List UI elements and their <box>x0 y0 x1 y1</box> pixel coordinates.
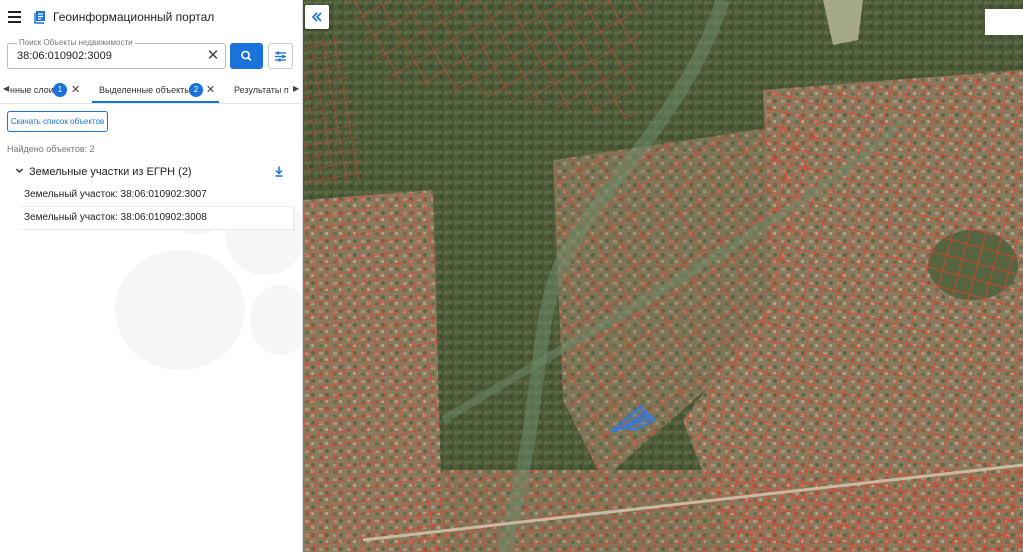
tab-scroll-left-icon[interactable]: ◀ <box>3 84 9 93</box>
filter-button[interactable] <box>268 43 293 69</box>
tabs-bar: ◀ нные слои 1 ✕ Выделенные объекты 2 ✕ Р… <box>0 78 302 102</box>
tab-scroll-right-icon[interactable]: ▶ <box>293 84 299 93</box>
satellite-map[interactable] <box>303 0 1023 552</box>
tab-badge: 2 <box>189 83 203 97</box>
close-icon[interactable]: ✕ <box>206 83 215 96</box>
search-input[interactable] <box>17 48 197 64</box>
tab-selected-objects[interactable]: Выделенные объекты 2 ✕ <box>99 78 219 102</box>
close-icon[interactable]: ✕ <box>71 83 80 96</box>
watermark-circle <box>250 285 302 355</box>
list-item-label: Земельный участок: 38:06:010902:3007 <box>24 189 207 200</box>
chevron-down-icon <box>15 168 24 174</box>
tab-layers[interactable]: нные слои 1 ✕ <box>10 78 85 102</box>
divider <box>19 207 294 231</box>
app-title: Геоинформационный портал <box>53 10 215 24</box>
list-item[interactable]: Земельный участок: 38:06:010902:3007 <box>19 184 294 207</box>
collapse-panel-button[interactable] <box>305 5 329 29</box>
tab-label: Выделенные объекты <box>99 85 191 95</box>
portal-logo-icon <box>34 11 45 24</box>
download-icon[interactable] <box>273 165 285 178</box>
map-control-placeholder <box>985 9 1023 35</box>
app-header: Геоинформационный портал <box>0 0 302 36</box>
divider <box>0 103 302 104</box>
hamburger-menu-icon[interactable] <box>8 11 21 23</box>
cadastral-parcels <box>303 190 443 552</box>
cadastral-parcels <box>393 470 1023 552</box>
tab-badge: 1 <box>53 83 67 97</box>
result-group-header[interactable]: Земельные участки из ЕГРН (2) <box>15 165 290 181</box>
download-list-button[interactable]: Скачать список объектов <box>7 111 108 132</box>
double-chevron-left-icon <box>311 12 322 22</box>
result-group-title: Земельные участки из ЕГРН (2) <box>29 166 192 178</box>
search-icon <box>241 50 252 61</box>
watermark-circle <box>115 250 245 370</box>
close-icon[interactable]: ✕ <box>206 48 220 63</box>
search-field[interactable]: Поиск Объекты недвижимости ✕ <box>7 38 226 69</box>
map-canvas <box>303 0 1023 552</box>
sidebar-panel: Геоинформационный портал Поиск Объекты н… <box>0 0 303 552</box>
tab-label: Результаты п <box>234 85 289 95</box>
found-count: Найдено объектов: 2 <box>7 144 95 154</box>
tab-label: нные слои <box>10 85 54 95</box>
search-button[interactable] <box>230 43 263 69</box>
filter-sliders-icon <box>275 51 286 62</box>
search-field-label: Поиск Объекты недвижимости <box>17 38 135 48</box>
tab-results[interactable]: Результаты п <box>234 78 289 102</box>
